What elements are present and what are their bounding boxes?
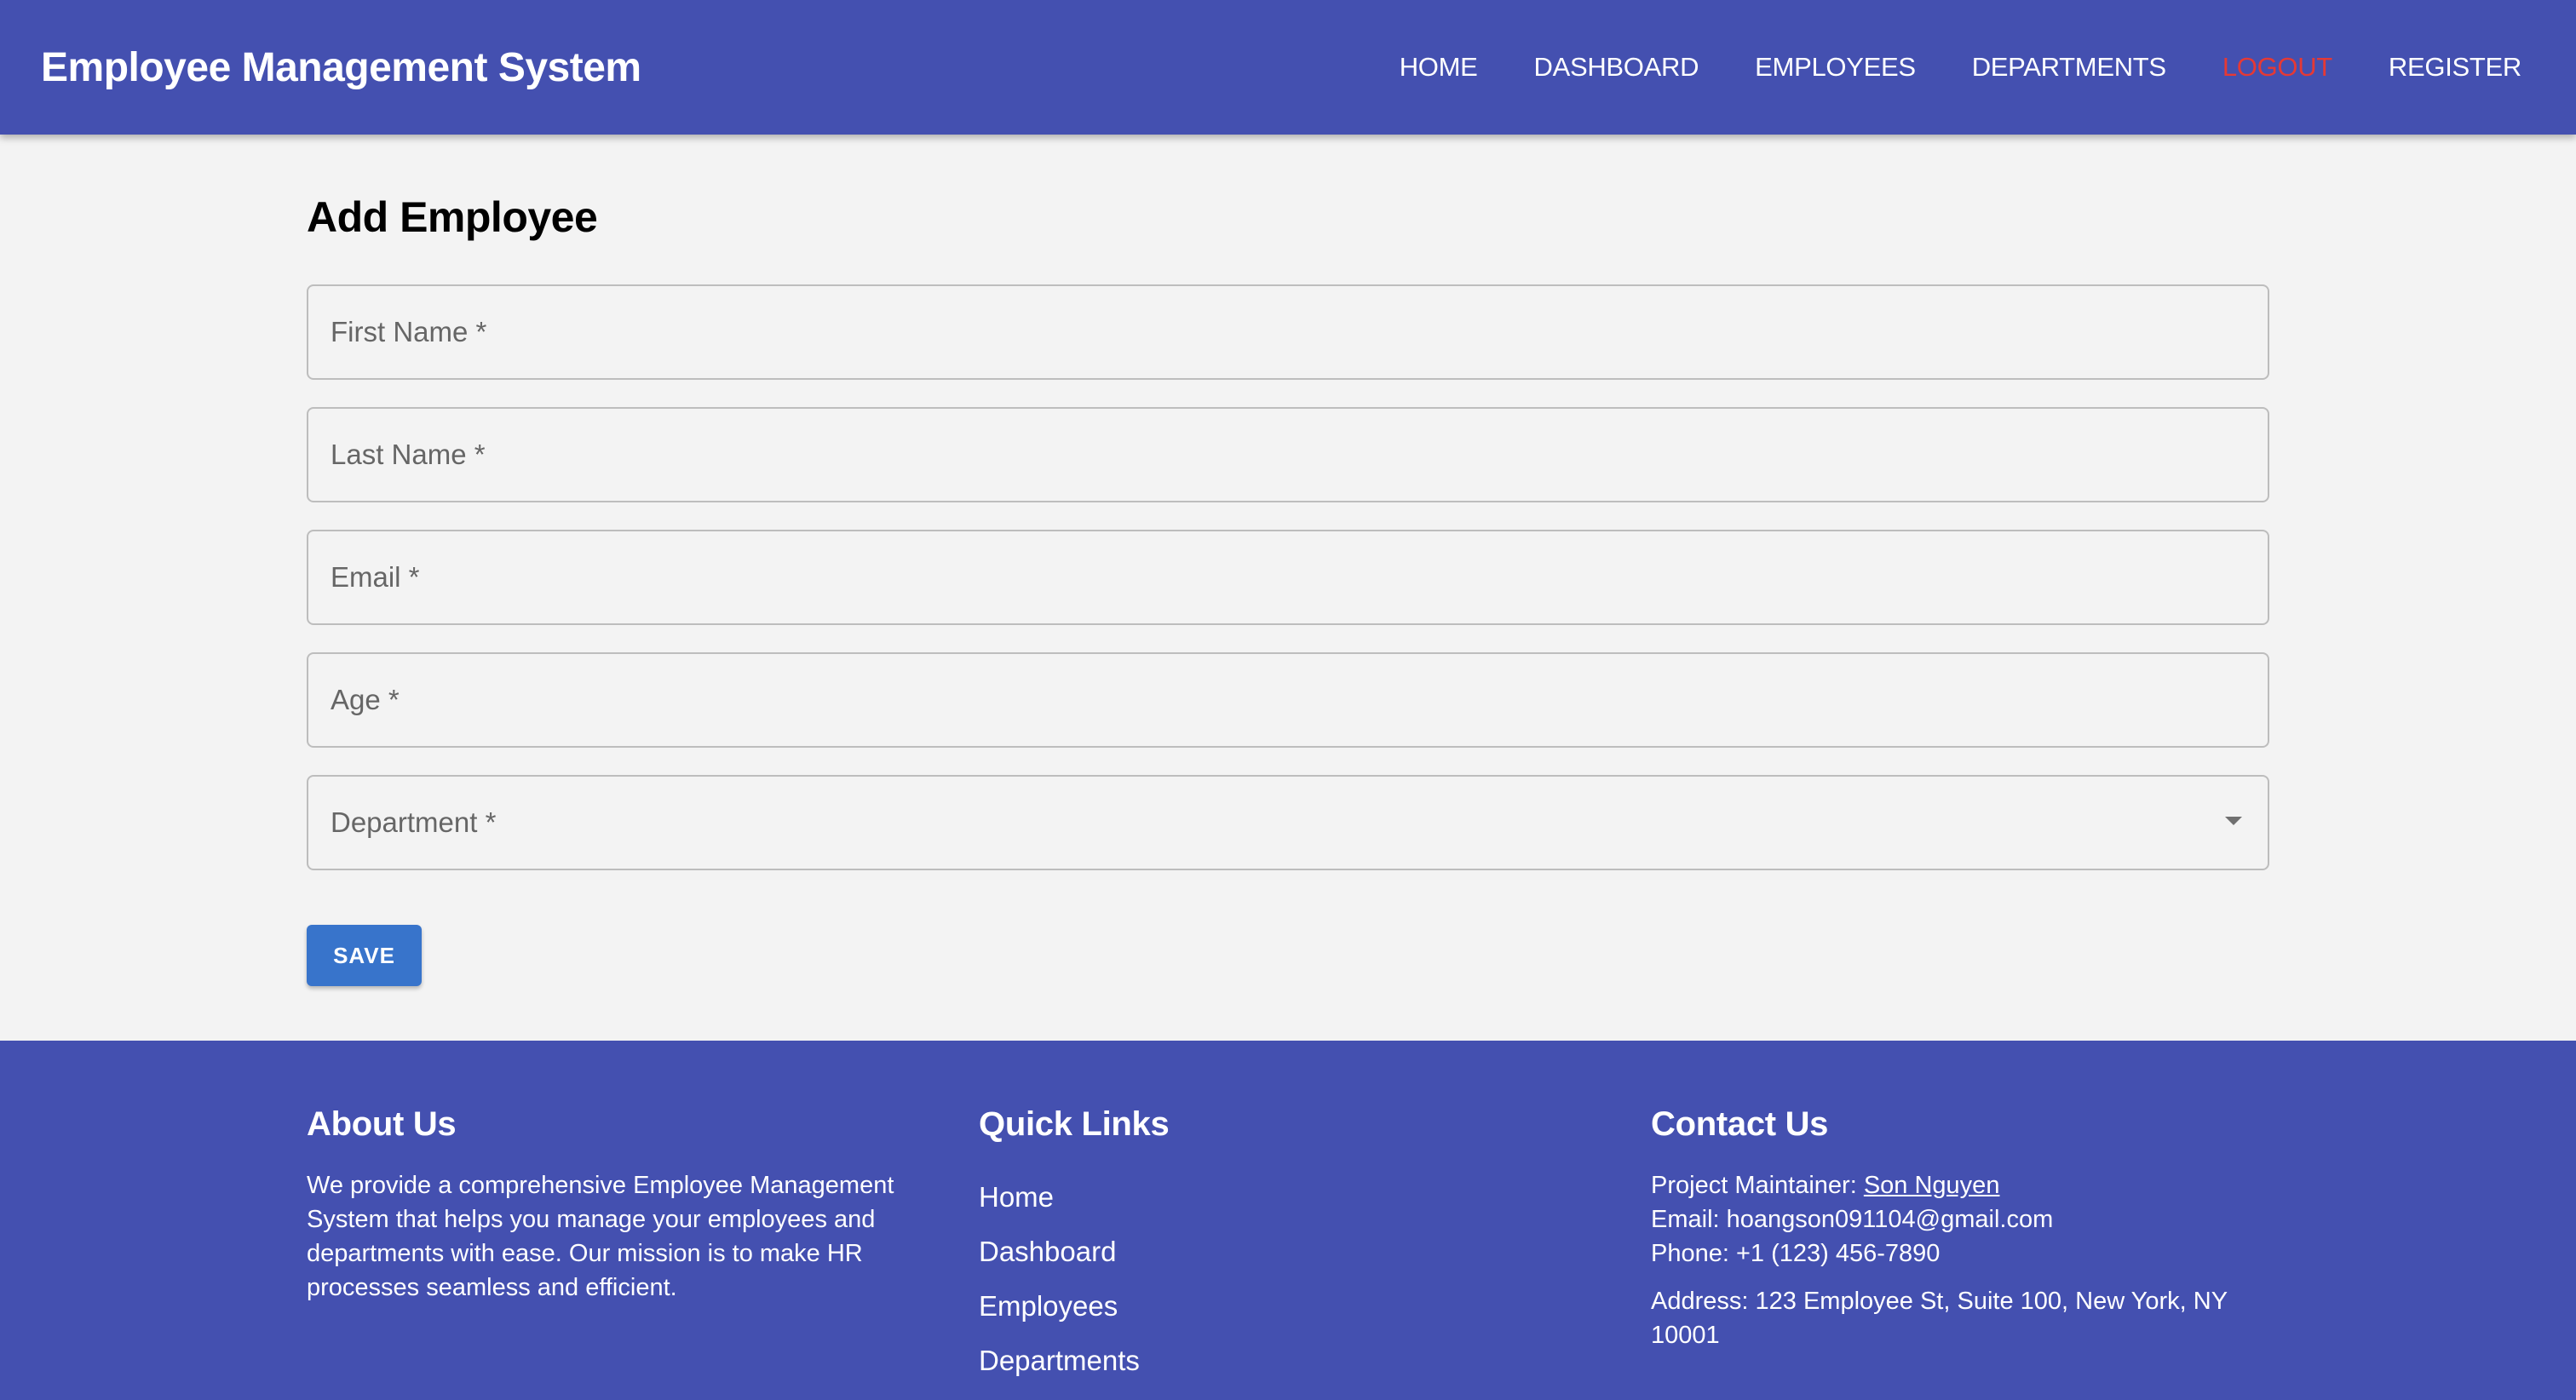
- app-header: Employee Management System HOME DASHBOAR…: [0, 0, 2576, 135]
- first-name-field[interactable]: First Name *: [307, 284, 2269, 380]
- contact-phone: Phone: +1 (123) 456-7890: [1651, 1240, 1941, 1267]
- email-label: Email *: [331, 561, 420, 593]
- contact-email: Email: hoangson091104@gmail.com: [1651, 1206, 2054, 1233]
- page-title: Add Employee: [307, 193, 598, 241]
- about-text: We provide a comprehensive Employee Mana…: [307, 1172, 894, 1301]
- footer-quick-links: Quick Links Home Dashboard Employees Dep…: [979, 1099, 1170, 1388]
- footer-contact: Contact Us Project Maintainer: Son Nguye…: [1651, 1099, 2264, 1352]
- maintainer-link[interactable]: Son Nguyen: [1864, 1172, 2000, 1199]
- department-select[interactable]: Department *: [307, 775, 2269, 870]
- save-button[interactable]: SAVE: [307, 925, 422, 986]
- quick-link-dashboard[interactable]: Dashboard: [979, 1225, 1169, 1279]
- main-nav: HOME DASHBOARD EMPLOYEES DEPARTMENTS LOG…: [1343, 0, 2522, 135]
- quick-link-departments[interactable]: Departments: [979, 1334, 1169, 1388]
- about-heading: About Us: [307, 1105, 457, 1143]
- maintainer-prefix: Project Maintainer:: [1651, 1172, 1864, 1199]
- contact-heading: Contact Us: [1651, 1105, 1829, 1143]
- age-field[interactable]: Age *: [307, 652, 2269, 748]
- last-name-label: Last Name *: [331, 439, 486, 470]
- email-field[interactable]: Email *: [307, 530, 2269, 625]
- quick-link-employees[interactable]: Employees: [979, 1279, 1169, 1334]
- nav-logout[interactable]: LOGOUT: [2222, 52, 2332, 83]
- quick-links-heading: Quick Links: [979, 1105, 1170, 1143]
- first-name-label: First Name *: [331, 316, 487, 347]
- dropdown-arrow-icon[interactable]: [2225, 817, 2242, 825]
- department-label: Department *: [331, 806, 497, 838]
- nav-dashboard[interactable]: DASHBOARD: [1534, 52, 1699, 83]
- nav-home[interactable]: HOME: [1400, 52, 1478, 83]
- nav-register[interactable]: REGISTER: [2389, 52, 2521, 83]
- last-name-field[interactable]: Last Name *: [307, 407, 2269, 502]
- contact-address: Address: 123 Employee St, Suite 100, New…: [1651, 1288, 2228, 1349]
- site-footer: About Us We provide a comprehensive Empl…: [0, 1041, 2576, 1400]
- footer-about: About Us We provide a comprehensive Empl…: [307, 1099, 920, 1305]
- age-label: Age *: [331, 684, 400, 715]
- app-title[interactable]: Employee Management System: [41, 0, 641, 135]
- nav-employees[interactable]: EMPLOYEES: [1755, 52, 1916, 83]
- quick-link-home[interactable]: Home: [979, 1170, 1169, 1225]
- maintainer-line: Project Maintainer: Son Nguyen: [1651, 1168, 2264, 1202]
- nav-departments[interactable]: DEPARTMENTS: [1972, 52, 2166, 83]
